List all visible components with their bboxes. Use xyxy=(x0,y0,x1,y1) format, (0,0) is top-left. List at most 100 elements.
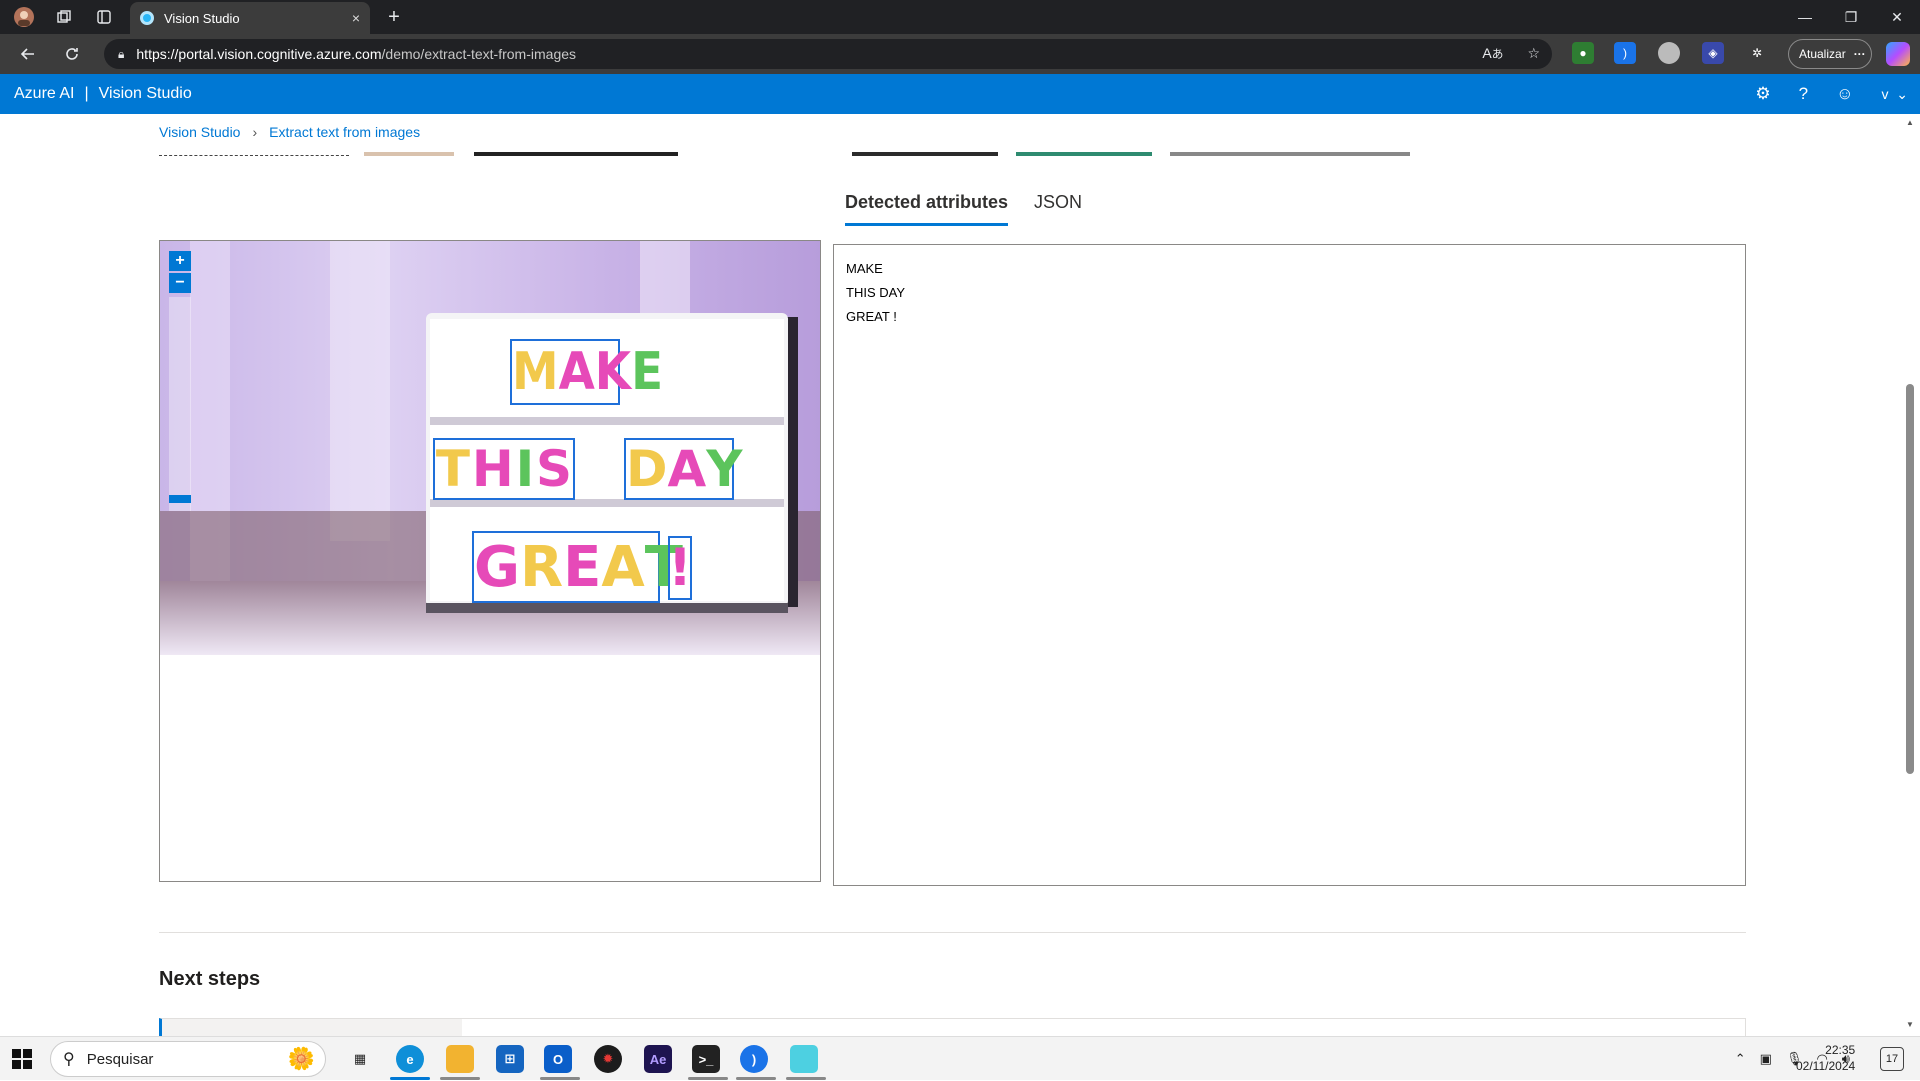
extension-blue-icon[interactable]: ) xyxy=(1614,42,1636,64)
minimize-icon[interactable]: — xyxy=(1782,0,1828,34)
result-tabs: Detected attributes JSON xyxy=(845,192,1082,226)
extension-shield-icon[interactable]: ◈ xyxy=(1702,42,1724,64)
extension-green-icon[interactable]: ● xyxy=(1572,42,1594,64)
sign-letter: Y xyxy=(706,440,743,498)
user-menu[interactable]: v ⌄ xyxy=(1881,86,1908,103)
sign-letter: M xyxy=(512,342,559,402)
clock-date: 02/11/2024 xyxy=(1796,1059,1856,1073)
zoom-in-button[interactable]: + xyxy=(169,251,191,271)
detected-word-bang[interactable]: ! xyxy=(668,536,692,600)
notification-badge[interactable]: 17 xyxy=(1880,1047,1904,1071)
app-blue-icon[interactable]: ) xyxy=(740,1045,768,1073)
chevron-up-icon[interactable]: ⌃ xyxy=(1735,1051,1746,1067)
help-icon[interactable]: ? xyxy=(1799,84,1808,104)
sample-thumb-3[interactable] xyxy=(474,152,678,156)
copilot-icon[interactable] xyxy=(1886,42,1910,66)
sample-thumb-5[interactable] xyxy=(1016,152,1152,156)
detected-line: THIS DAY xyxy=(846,285,905,300)
close-window-icon[interactable]: ✕ xyxy=(1874,0,1920,34)
browser-tab-bar: Vision Studio × + — ❐ ✕ xyxy=(0,0,1920,34)
sign-letter: H xyxy=(471,440,514,498)
sign-letter: G xyxy=(474,534,520,600)
breadcrumb-vision-studio[interactable]: Vision Studio xyxy=(159,124,240,140)
detected-word-day[interactable]: D A Y xyxy=(624,438,742,500)
scroll-up-arrow-icon[interactable]: ▲ xyxy=(1906,118,1914,127)
sample-thumb-2[interactable] xyxy=(364,152,454,156)
windows-start-icon[interactable] xyxy=(12,1049,32,1069)
back-arrow-icon[interactable] xyxy=(6,34,50,74)
more-menu-icon[interactable]: ··· xyxy=(1854,47,1866,61)
update-button[interactable]: Atualizar ··· xyxy=(1788,39,1872,69)
user-initial: v xyxy=(1881,85,1889,102)
tab-json[interactable]: JSON xyxy=(1034,192,1082,226)
sign-letter: E xyxy=(631,342,664,402)
edge-icon[interactable]: e xyxy=(396,1045,424,1073)
lock-icon[interactable]: 🔒︎ xyxy=(118,47,124,62)
sign-letter: E xyxy=(563,534,602,600)
new-tab-button[interactable]: + xyxy=(378,0,410,34)
app-header: Azure AI | Vision Studio ⚙ ? ☺ v ⌄ xyxy=(0,74,1920,114)
detected-text-panel: MAKE THIS DAY GREAT ! xyxy=(833,244,1746,886)
browser-tab-vision-studio[interactable]: Vision Studio × xyxy=(130,2,370,34)
brand-azure-ai: Azure AI xyxy=(14,85,75,102)
sample-thumb-6[interactable] xyxy=(1170,152,1410,156)
close-tab-icon[interactable]: × xyxy=(352,10,360,26)
zoom-controls: + − xyxy=(169,251,191,293)
tab-title: Vision Studio xyxy=(164,10,240,26)
app-red-icon[interactable]: ✹ xyxy=(594,1045,622,1073)
sign-letter: I xyxy=(515,440,535,498)
zoom-out-button[interactable]: − xyxy=(169,273,191,293)
profile-avatar-icon[interactable] xyxy=(4,0,44,34)
restore-icon[interactable]: ❐ xyxy=(1828,0,1874,34)
sign-letter: A xyxy=(667,440,707,498)
zoom-slider-track[interactable] xyxy=(169,297,191,511)
favorite-star-icon[interactable]: ☆ xyxy=(1527,45,1540,62)
refresh-icon[interactable] xyxy=(50,34,94,74)
address-bar[interactable]: 🔒︎ https://portal.vision.cognitive.azure… xyxy=(104,39,1552,69)
clock-time: 22:35 xyxy=(1825,1043,1856,1057)
detected-word-make[interactable]: M A K E xyxy=(510,339,663,405)
page-scrollbar[interactable]: ▲ ▼ xyxy=(1900,114,1920,1036)
taskbar: ⚲ Pesquisar 🌼 ▦ e ⊞ O ✹ Ae >_ ) ⌃ ▣ 🎙︎ ◠… xyxy=(0,1036,1920,1080)
after-effects-icon[interactable]: Ae xyxy=(644,1045,672,1073)
taskbar-search[interactable]: ⚲ Pesquisar 🌼 xyxy=(50,1041,326,1077)
extension-gray-icon[interactable] xyxy=(1658,42,1680,64)
scroll-down-arrow-icon[interactable]: ▼ xyxy=(1906,1020,1914,1029)
breadcrumb: Vision Studio › Extract text from images xyxy=(159,124,420,140)
file-explorer-icon[interactable] xyxy=(446,1045,474,1073)
detected-word-this[interactable]: T H I S xyxy=(433,438,575,500)
sample-thumb-1[interactable] xyxy=(159,152,349,156)
sign-letter: A xyxy=(601,534,645,600)
sample-thumb-4[interactable] xyxy=(852,152,998,156)
section-divider xyxy=(159,932,1746,933)
tab-actions-icon[interactable] xyxy=(84,0,124,34)
clock[interactable]: 22:35 02/11/2024 xyxy=(1796,1042,1855,1074)
sign-letter: R xyxy=(519,534,564,600)
scrollbar-thumb[interactable] xyxy=(1906,384,1914,774)
app-cyan-icon[interactable] xyxy=(790,1045,818,1073)
outlook-icon[interactable]: O xyxy=(544,1045,572,1073)
brand-vision-studio: Vision Studio xyxy=(98,85,192,102)
task-view-icon[interactable]: ▦ xyxy=(346,1045,374,1073)
window-controls: — ❐ ✕ xyxy=(1782,0,1920,34)
gear-icon[interactable]: ⚙ xyxy=(1755,84,1770,104)
breadcrumb-separator: › xyxy=(252,124,258,140)
workspaces-icon[interactable] xyxy=(44,0,84,34)
lightbox-photo: M A K E T H I S D A Y G R E A T ! xyxy=(160,241,820,655)
brand[interactable]: Azure AI | Vision Studio xyxy=(14,85,192,103)
extensions-puzzle-icon[interactable]: ✲ xyxy=(1746,42,1768,64)
smiley-icon[interactable]: ☺ xyxy=(1836,84,1853,104)
detected-word-great[interactable]: G R E A T xyxy=(472,531,683,603)
detected-line: MAKE xyxy=(846,261,883,276)
next-step-card[interactable] xyxy=(159,1018,1746,1036)
read-aloud-icon[interactable]: Aあ xyxy=(1482,45,1503,62)
meet-icon[interactable]: ▣ xyxy=(1760,1051,1772,1067)
zoom-slider-thumb[interactable] xyxy=(169,495,191,503)
tab-detected-attributes[interactable]: Detected attributes xyxy=(845,192,1009,226)
breadcrumb-current[interactable]: Extract text from images xyxy=(269,124,420,140)
image-viewer[interactable]: M A K E T H I S D A Y G R E A T ! + − xyxy=(159,240,821,882)
store-icon[interactable]: ⊞ xyxy=(496,1045,524,1073)
terminal-icon[interactable]: >_ xyxy=(692,1045,720,1073)
sign-letter: D xyxy=(626,440,668,498)
url-path: /demo/extract-text-from-images xyxy=(381,46,577,62)
